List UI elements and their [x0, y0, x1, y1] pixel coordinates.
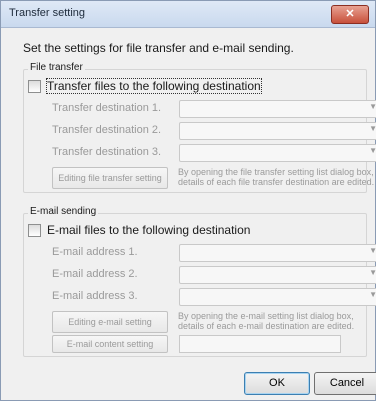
- transfer-destination-1-select[interactable]: ▼: [179, 100, 376, 118]
- intro-text: Set the settings for file transfer and e…: [23, 41, 294, 55]
- file-transfer-legend: File transfer: [28, 62, 85, 73]
- email-sending-group: E-mail sending E-mail files to the follo…: [23, 206, 376, 357]
- email-help-text: By opening the e-mail setting list dialo…: [178, 311, 355, 331]
- file-transfer-group: File transfer Transfer files to the foll…: [23, 62, 376, 193]
- email-address-1-select[interactable]: ▼: [179, 244, 376, 262]
- transfer-files-checkbox-row[interactable]: Transfer files to the following destinat…: [28, 78, 262, 94]
- email-address-2-select[interactable]: ▼: [179, 266, 376, 284]
- transfer-files-checkbox[interactable]: [28, 79, 41, 93]
- dialog-body: Set the settings for file transfer and e…: [9, 31, 376, 395]
- email-address-3-select[interactable]: ▼: [179, 288, 376, 306]
- file-transfer-help-text: By opening the file transfer setting lis…: [178, 167, 375, 187]
- transfer-destination-2-select[interactable]: ▼: [179, 122, 376, 140]
- transfer-files-checkbox-label[interactable]: Transfer files to the following destinat…: [46, 78, 262, 94]
- ok-button[interactable]: OK: [244, 372, 310, 395]
- email-address-1-label: E-mail address 1.: [52, 246, 138, 258]
- transfer-destination-2-label: Transfer destination 2.: [52, 124, 162, 136]
- email-content-setting-button[interactable]: E-mail content setting: [52, 335, 168, 353]
- chevron-down-icon: ▼: [369, 268, 376, 277]
- email-sending-legend: E-mail sending: [28, 206, 99, 217]
- chevron-down-icon: ▼: [369, 246, 376, 255]
- chevron-down-icon: ▼: [369, 124, 376, 133]
- chevron-down-icon: ▼: [369, 146, 376, 155]
- editing-email-setting-button[interactable]: Editing e-mail setting: [52, 311, 168, 333]
- editing-file-transfer-setting-button[interactable]: Editing file transfer setting: [52, 167, 168, 189]
- transfer-destination-3-label: Transfer destination 3.: [52, 146, 162, 158]
- close-button[interactable]: ✕: [331, 5, 369, 24]
- cancel-button[interactable]: Cancel: [314, 372, 376, 395]
- email-files-checkbox-row[interactable]: E-mail files to the following destinatio…: [28, 223, 250, 237]
- email-address-3-label: E-mail address 3.: [52, 290, 138, 302]
- dialog-title: Transfer setting: [9, 7, 86, 19]
- chevron-down-icon: ▼: [369, 290, 376, 299]
- email-address-2-label: E-mail address 2.: [52, 268, 138, 280]
- email-files-checkbox-label[interactable]: E-mail files to the following destinatio…: [47, 223, 250, 237]
- title-bar: Transfer setting ✕: [1, 1, 375, 28]
- chevron-down-icon: ▼: [369, 102, 376, 111]
- email-files-checkbox[interactable]: [28, 223, 41, 237]
- transfer-destination-3-select[interactable]: ▼: [179, 144, 376, 162]
- email-content-field[interactable]: [179, 335, 341, 353]
- close-icon: ✕: [345, 8, 355, 20]
- transfer-setting-dialog: Transfer setting ✕ Set the settings for …: [0, 0, 376, 401]
- transfer-destination-1-label: Transfer destination 1.: [52, 102, 162, 114]
